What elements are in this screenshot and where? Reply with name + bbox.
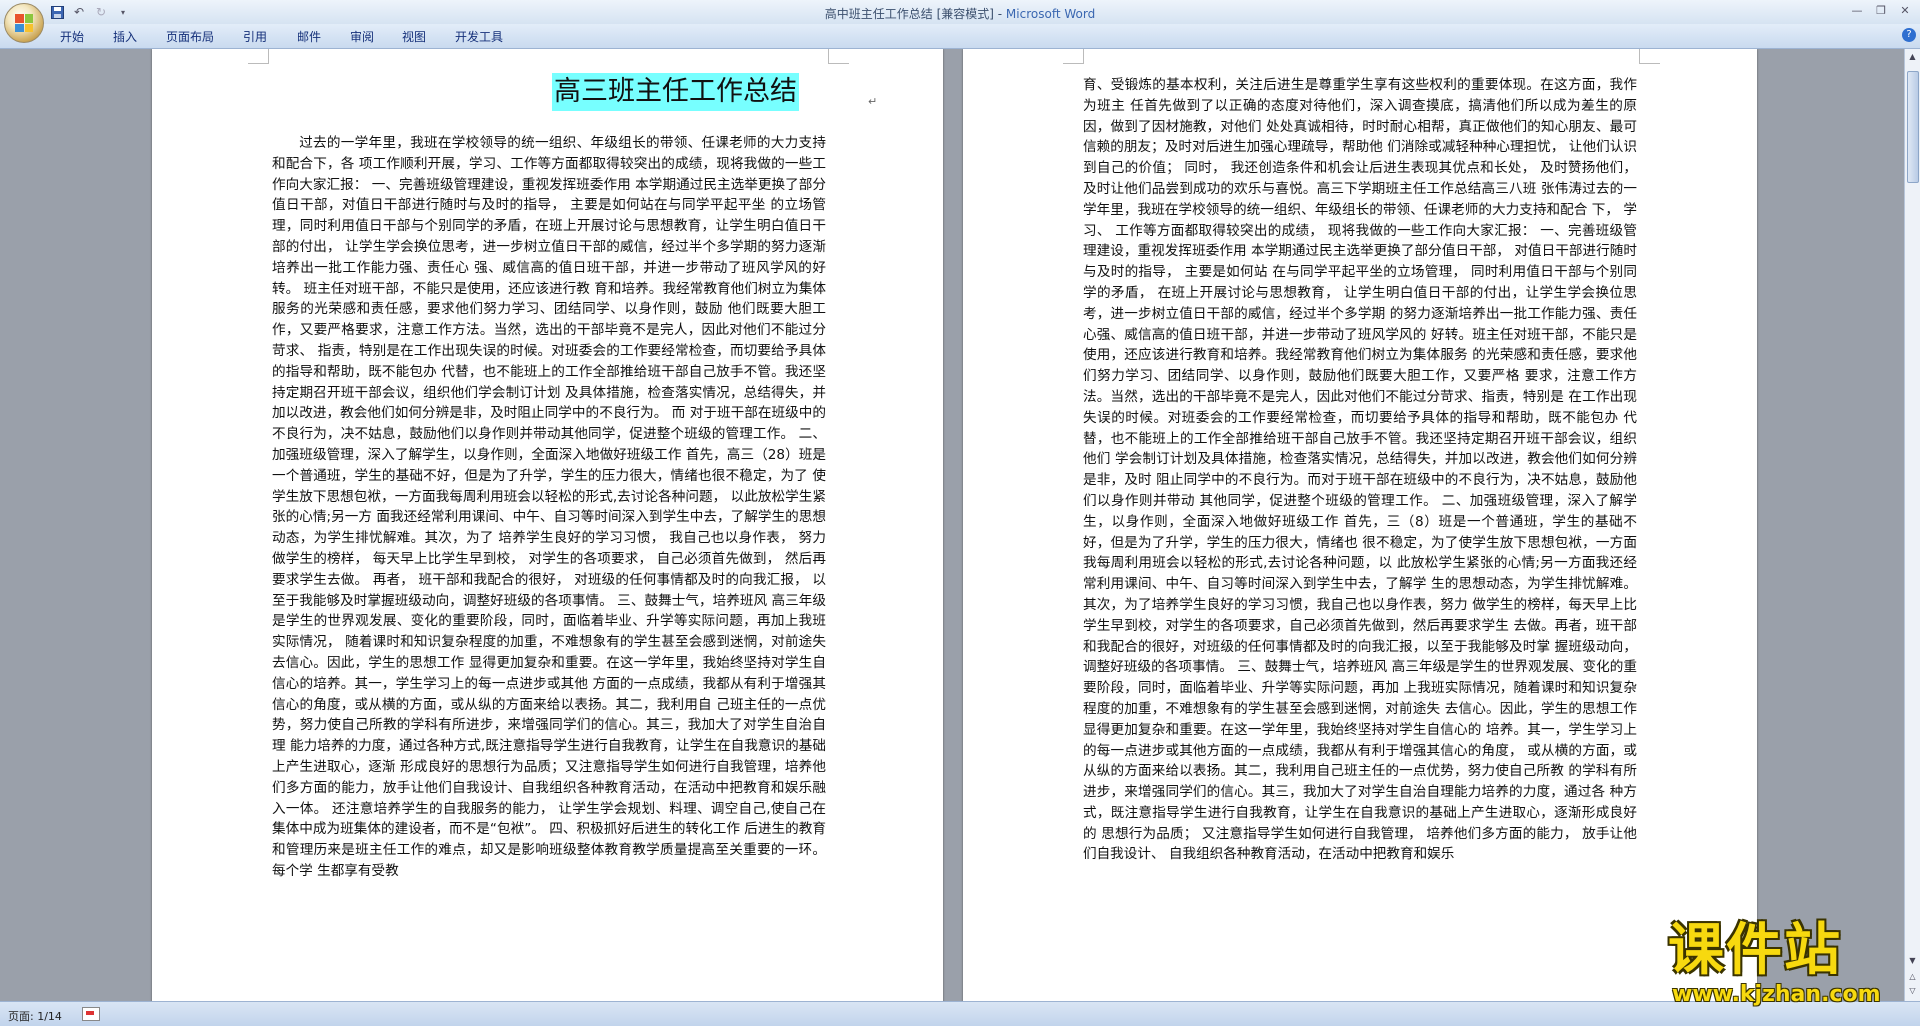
scroll-down-icon[interactable]: ▼ bbox=[1907, 955, 1918, 967]
watermark-logo: 课件站 www.kjzhan.com bbox=[1668, 920, 1908, 1010]
window-title: 高中班主任工作总结 [兼容模式] - Microsoft Word bbox=[0, 5, 1920, 22]
window-controls: — ❐ ✕ bbox=[1846, 2, 1916, 18]
document-title: 高中班主任工作总结 [兼容模式] - bbox=[824, 7, 1006, 21]
page-2-body-text: 育、受锻炼的基本权利，关注后进生是尊重学生享有这些权利的重要体现。在这方面，我作… bbox=[1083, 77, 1637, 863]
tab-mailings[interactable]: 邮件 bbox=[297, 28, 321, 45]
office-logo-icon bbox=[15, 14, 33, 32]
scroll-thumb[interactable] bbox=[1907, 71, 1919, 183]
tab-references[interactable]: 引用 bbox=[243, 28, 267, 45]
office-button[interactable] bbox=[4, 3, 44, 43]
page-count-indicator[interactable]: 页面: 1/14 bbox=[8, 1008, 62, 1024]
watermark-url: www.kjzhan.com bbox=[1672, 982, 1881, 1007]
app-name: Microsoft Word bbox=[1005, 7, 1096, 21]
tab-view[interactable]: 视图 bbox=[402, 28, 426, 45]
close-button[interactable]: ✕ bbox=[1894, 2, 1916, 18]
crop-mark bbox=[1063, 49, 1084, 64]
save-icon[interactable] bbox=[48, 4, 66, 20]
undo-icon[interactable]: ↶ bbox=[70, 4, 88, 20]
ribbon-tab-bar: 开始 插入 页面布局 引用 邮件 审阅 视图 开发工具 ? bbox=[0, 24, 1920, 49]
document-page-2[interactable]: 育、受锻炼的基本权利，关注后进生是尊重学生享有这些权利的重要体现。在这方面，我作… bbox=[963, 49, 1757, 1001]
scroll-up-icon[interactable]: ▲ bbox=[1907, 51, 1918, 63]
tab-insert[interactable]: 插入 bbox=[113, 28, 137, 45]
crop-mark bbox=[1639, 49, 1660, 64]
page-1-body-text: 过去的一学年里，我班在学校领导的统一组织、年级组长的带领、任课老师的大力支持和配… bbox=[272, 135, 826, 879]
dropdown-icon[interactable]: ▾ bbox=[114, 4, 132, 20]
restore-button[interactable]: ❐ bbox=[1870, 2, 1892, 18]
quick-access-toolbar: ↶ ↻ ▾ bbox=[48, 4, 132, 20]
document-page-1[interactable]: 高三班主任工作总结 ↵ 过去的一学年里，我班在学校领导的统一组织、年级组长的带领… bbox=[152, 49, 943, 1001]
previous-page-icon[interactable]: △ bbox=[1907, 971, 1918, 983]
paragraph-mark: ↵ bbox=[868, 95, 878, 108]
status-bar: 页面: 1/14 bbox=[0, 1001, 1920, 1026]
crop-mark bbox=[828, 49, 849, 64]
title-bar: 高中班主任工作总结 [兼容模式] - Microsoft Word — ❐ ✕ bbox=[0, 0, 1920, 24]
tab-page-layout[interactable]: 页面布局 bbox=[166, 28, 214, 45]
help-icon[interactable]: ? bbox=[1902, 28, 1916, 42]
vertical-scrollbar[interactable]: ▲ ▼ △ ▽ bbox=[1904, 49, 1920, 1001]
document-heading: 高三班主任工作总结 bbox=[552, 73, 799, 111]
tab-home[interactable]: 开始 bbox=[60, 28, 84, 45]
crop-mark bbox=[248, 49, 269, 64]
document-workspace: 高三班主任工作总结 ↵ 过去的一学年里，我班在学校领导的统一组织、年级组长的带领… bbox=[0, 49, 1905, 1001]
next-page-icon[interactable]: ▽ bbox=[1907, 985, 1918, 997]
minimize-button[interactable]: — bbox=[1846, 2, 1868, 18]
proofing-icon[interactable] bbox=[82, 1007, 100, 1021]
tab-review[interactable]: 审阅 bbox=[350, 28, 374, 45]
redo-icon[interactable]: ↻ bbox=[92, 4, 110, 20]
tab-developer[interactable]: 开发工具 bbox=[455, 28, 503, 45]
watermark-main-text: 课件站 bbox=[1668, 918, 1842, 983]
